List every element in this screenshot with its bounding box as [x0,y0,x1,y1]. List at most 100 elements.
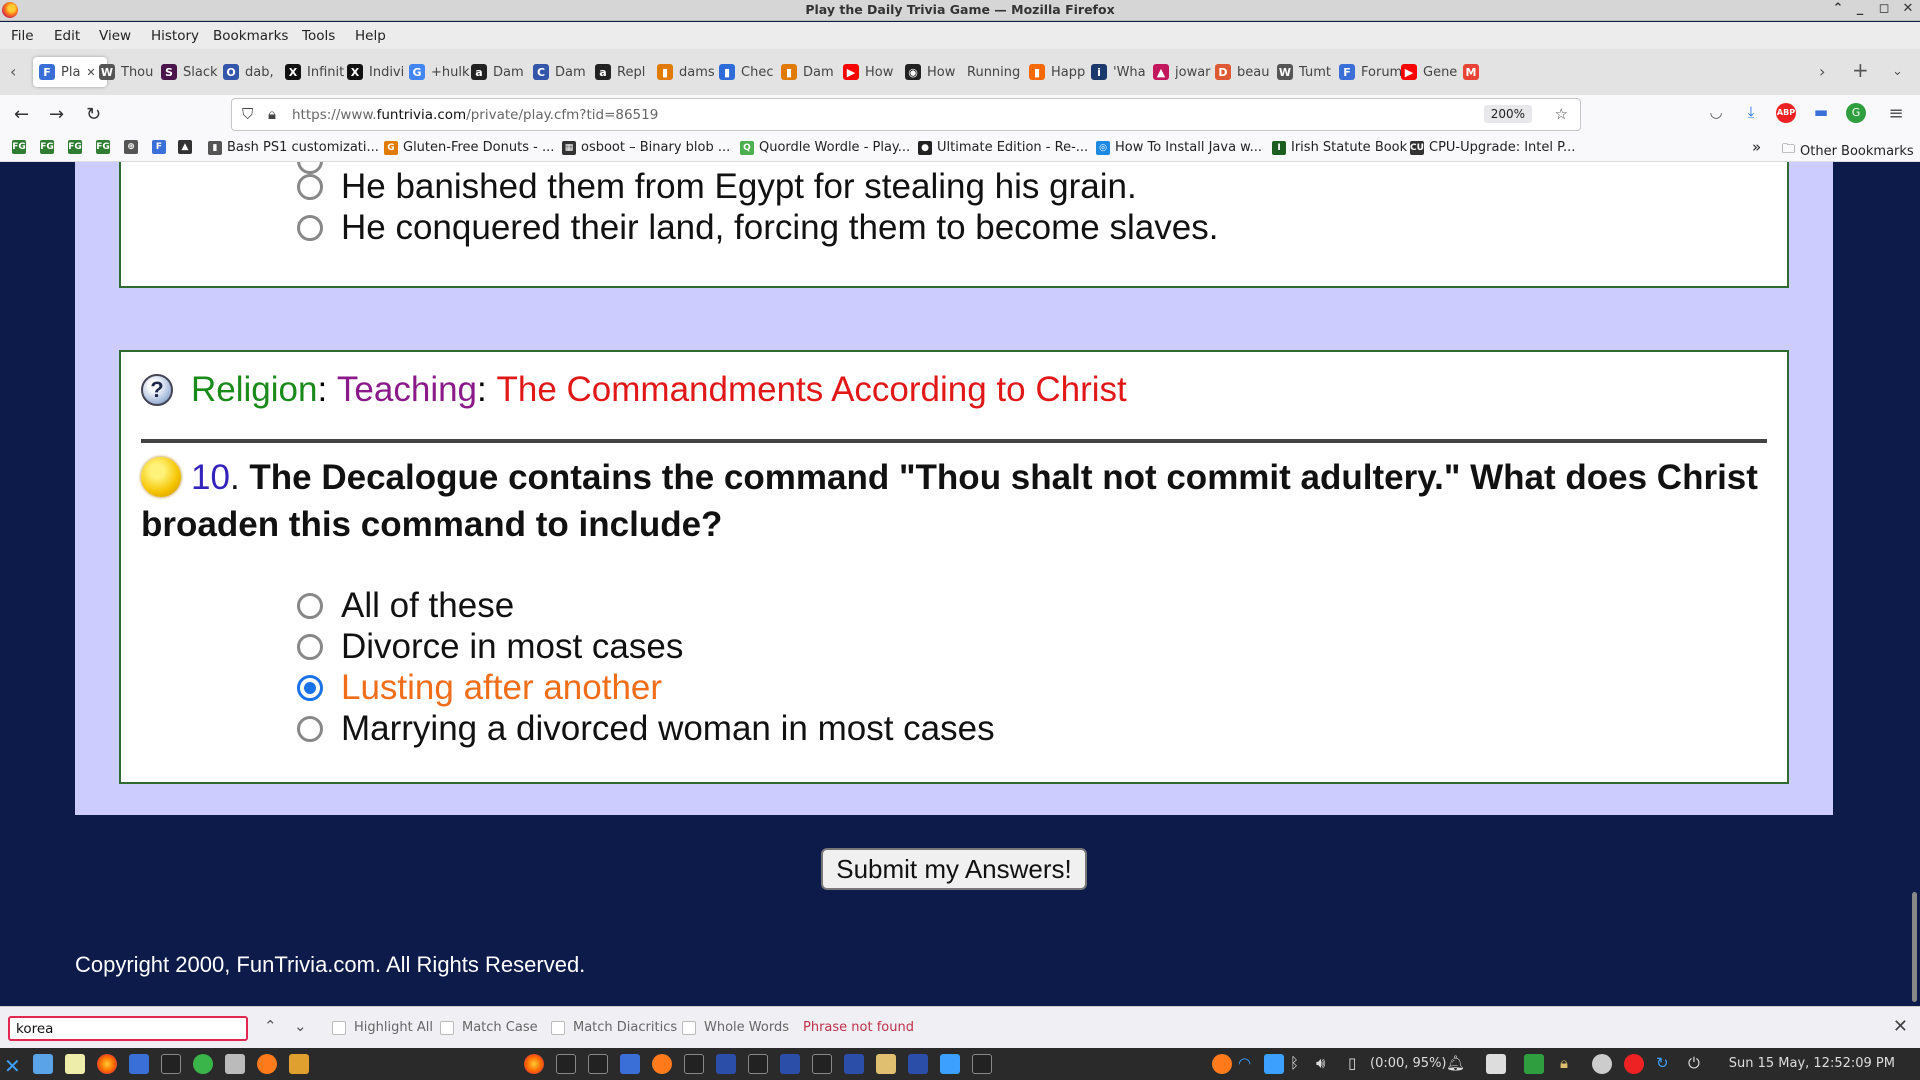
wifi-icon[interactable]: ◠ [1238,1054,1258,1074]
pocket-icon[interactable]: ◡ [1706,103,1726,123]
submit-answers-button[interactable]: Submit my Answers! [821,848,1087,890]
tabs-scroll-right-icon[interactable]: › [1819,62,1825,81]
answer-option-2[interactable]: Divorce in most cases [297,627,683,667]
option-label[interactable]: Marrying a divorced woman in most cases [341,709,995,749]
menu-view[interactable]: View [99,28,131,44]
firefox-icon[interactable] [97,1054,117,1074]
taskbar-window-terminal[interactable] [588,1054,608,1074]
archive-icon[interactable] [289,1054,309,1074]
bookmark-item[interactable]: ◎ How To Install Java w... [1096,140,1262,155]
adblock-icon[interactable]: ABP [1776,103,1796,123]
battery-icon[interactable]: ▯ [1348,1054,1368,1074]
bookmark-item[interactable]: G Gluten-Free Donuts - ... [384,140,554,155]
chromium-icon[interactable] [193,1054,213,1074]
answer-option-1[interactable]: All of these [297,586,514,626]
taskbar-window-firefox[interactable] [524,1054,544,1074]
tabs-scroll-left-icon[interactable]: ‹ [10,62,16,81]
taskbar-window-editor[interactable] [716,1054,736,1074]
display-icon[interactable] [1486,1054,1506,1074]
taskbar-window-editor[interactable] [780,1054,800,1074]
option-label[interactable]: Lusting after another [341,668,662,708]
zoom-level-badge[interactable]: 200% [1483,105,1532,123]
reload-icon[interactable]: ↻ [86,104,101,125]
bookmark-item[interactable]: CU CPU-Upgrade: Intel P... [1410,140,1575,155]
taskbar-window-terminal[interactable] [972,1054,992,1074]
radio-button[interactable] [297,174,323,200]
tray-vlc-icon[interactable] [1212,1054,1232,1074]
volume-icon[interactable]: 🔊︎ [1316,1054,1336,1074]
tray-download-icon[interactable] [1264,1054,1284,1074]
taskbar-window-terminal[interactable] [684,1054,704,1074]
checkbox-box[interactable] [551,1020,565,1035]
shutdown-icon[interactable]: ⏻ [1688,1054,1708,1074]
bookmark-item[interactable]: FG [96,140,115,154]
folder-icon[interactable] [225,1054,245,1074]
option-label[interactable]: All of these [341,586,514,626]
taskbar-window-editor[interactable] [844,1054,864,1074]
url-bar[interactable]: ⛉ 🔒︎ https://www.funtrivia.com/private/p… [231,98,1581,131]
taskbar-window-terminal[interactable] [556,1054,576,1074]
option-label[interactable]: Divorce in most cases [341,627,683,667]
bookmark-star-icon[interactable]: ☆ [1555,105,1568,123]
whole-words-checkbox[interactable]: Whole Words [682,1020,789,1035]
quiz-title-link[interactable]: The Commandments According to Christ [496,370,1126,410]
checkbox-box[interactable] [332,1020,346,1035]
find-input[interactable] [8,1016,248,1041]
hamburger-menu-icon[interactable]: ≡ [1886,103,1906,124]
tab[interactable]: M [1457,57,1531,87]
notifications-bell-icon[interactable]: 🔔︎ [1446,1054,1466,1074]
downloads-icon[interactable]: ⤓ [1741,103,1761,123]
bookmark-item[interactable]: FG [12,140,31,154]
close-find-bar-icon[interactable]: ✕ [1893,1016,1908,1037]
prev-option-1[interactable]: He banished them from Egypt for stealing… [297,167,1137,207]
back-arrow-icon[interactable]: ← [14,104,29,125]
clock-app-icon[interactable] [1592,1054,1612,1074]
taskbar-window-app[interactable] [620,1054,640,1074]
bookmarks-overflow-icon[interactable]: » [1752,138,1761,156]
list-all-tabs-icon[interactable]: ⌄ [1892,64,1903,79]
taskbar-window-folder[interactable] [876,1054,896,1074]
category-link[interactable]: Religion [191,370,317,410]
match-case-checkbox[interactable]: Match Case [440,1020,538,1035]
notes-icon[interactable] [65,1054,85,1074]
bookmark-item[interactable]: ▲ [178,140,197,154]
subcategory-link[interactable]: Teaching [337,370,477,410]
menu-history[interactable]: History [151,28,199,44]
menu-edit[interactable]: Edit [54,28,80,44]
extension-icon[interactable]: ▬ [1811,103,1831,123]
radio-button[interactable] [297,593,323,619]
bluetooth-icon[interactable]: ᛒ [1290,1054,1310,1074]
menu-tools[interactable]: Tools [302,28,335,44]
radio-button[interactable] [297,634,323,660]
find-next-icon[interactable]: ⌄ [294,1017,307,1035]
xfce-menu-icon[interactable]: ✕ [4,1054,24,1078]
window-close-icon[interactable]: ✕ [1898,1,1918,16]
taskbar-window-editor[interactable] [908,1054,928,1074]
bookmark-item[interactable]: F [152,140,171,154]
taskbar-window-download[interactable] [940,1054,960,1074]
new-tab-icon[interactable]: + [1852,58,1869,82]
url-text[interactable]: https://www.funtrivia.com/private/play.c… [292,107,658,123]
window-maximize-icon[interactable]: ◻ [1874,1,1894,16]
find-previous-icon[interactable]: ⌃ [264,1017,277,1035]
scrollbar-thumb[interactable] [1912,892,1917,1002]
answer-option-3[interactable]: Lusting after another [297,668,662,708]
power-icon[interactable] [1624,1054,1644,1074]
bookmark-item[interactable]: FG [40,140,59,154]
bookmark-item[interactable]: ▦ osboot – Binary blob ... [562,140,730,155]
vlc-icon[interactable] [257,1054,277,1074]
bookmark-item[interactable]: ⊕ [124,140,143,154]
thunderbird-icon[interactable] [129,1054,149,1074]
other-bookmarks-folder[interactable]: 🗀 Other Bookmarks [1782,140,1914,162]
shield-icon[interactable]: ⛉ [242,105,253,123]
cpu-monitor-icon[interactable] [1524,1054,1544,1074]
menu-bookmarks[interactable]: Bookmarks [213,28,288,44]
answer-option-4[interactable]: Marrying a divorced woman in most cases [297,709,995,749]
lock-icon[interactable]: 🔒︎ [268,105,276,123]
checkbox-box[interactable] [440,1020,454,1035]
menu-file[interactable]: File [11,28,34,44]
file-manager-icon[interactable] [33,1054,53,1074]
radio-button[interactable] [297,215,323,241]
bookmark-item[interactable]: ● Ultimate Edition - Re-... [918,140,1088,155]
terminal-icon[interactable] [161,1054,181,1074]
